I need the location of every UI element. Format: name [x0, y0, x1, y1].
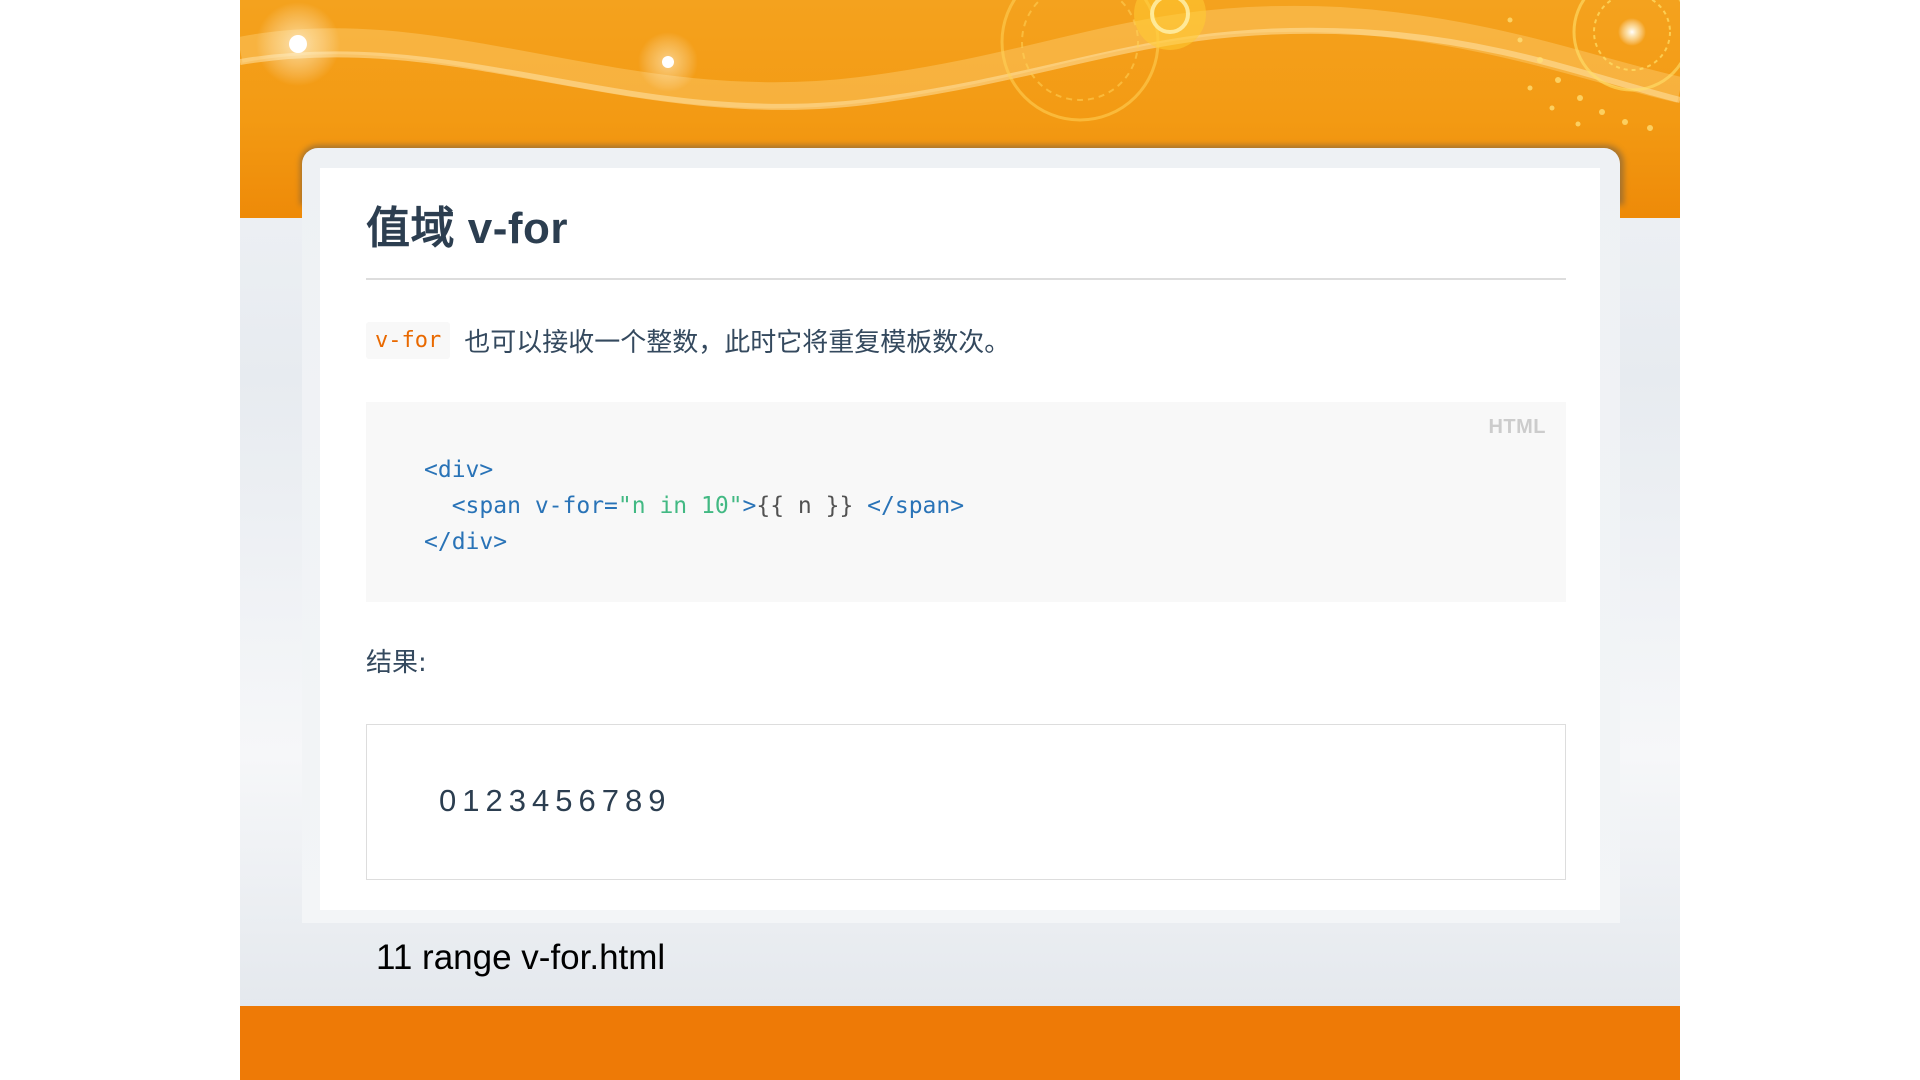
result-number: 7: [601, 783, 623, 818]
code-token-tag: </div>: [424, 529, 508, 555]
title-divider: [366, 278, 1566, 280]
result-number: 9: [648, 783, 670, 818]
code-token-tag: <div>: [424, 457, 494, 483]
slide: 值域 v-for v-for 也可以接收一个整数，此时它将重复模板数次。 HTM…: [240, 0, 1680, 1080]
code-line: <div>: [424, 452, 964, 488]
code-token-str: "n in 10": [617, 493, 743, 519]
result-number: 0: [439, 783, 461, 818]
code-token-plain: {{ n }}: [756, 493, 868, 519]
result-number: 4: [532, 783, 554, 818]
doc-screenshot: 值域 v-for v-for 也可以接收一个整数，此时它将重复模板数次。 HTM…: [320, 168, 1600, 910]
code-line: <span v-for="n in 10">{{ n }} </span>: [424, 488, 964, 524]
result-number: 6: [578, 783, 600, 818]
result-number: 2: [485, 783, 507, 818]
code-token-tag: </span>: [867, 493, 965, 519]
footer-bar: [240, 1006, 1680, 1080]
result-number: 3: [508, 783, 530, 818]
result-number: 1: [462, 783, 484, 818]
page-title: 值域 v-for: [366, 204, 568, 253]
code-block: HTML <div> <span v-for="n in 10">{{ n }}…: [366, 402, 1566, 602]
result-number: 8: [625, 783, 647, 818]
slide-caption: 11 range v-for.html: [376, 938, 666, 977]
code-lines: <div> <span v-for="n in 10">{{ n }} </sp…: [424, 452, 964, 560]
intro-paragraph: v-for 也可以接收一个整数，此时它将重复模板数次。: [366, 318, 1010, 362]
intro-text: 也可以接收一个整数，此时它将重复模板数次。: [464, 327, 1011, 358]
code-token-tag: <span: [451, 493, 521, 519]
code-language-label: HTML: [1488, 416, 1546, 438]
result-box: 0123456789: [366, 724, 1566, 880]
code-token-attr: v-for=: [534, 493, 618, 519]
inline-code: v-for: [366, 321, 451, 359]
result-numbers: 0123456789: [439, 783, 670, 819]
code-token-tag: >: [742, 493, 757, 519]
result-label: 结果:: [366, 648, 427, 678]
code-line: </div>: [424, 524, 964, 560]
result-number: 5: [555, 783, 577, 818]
